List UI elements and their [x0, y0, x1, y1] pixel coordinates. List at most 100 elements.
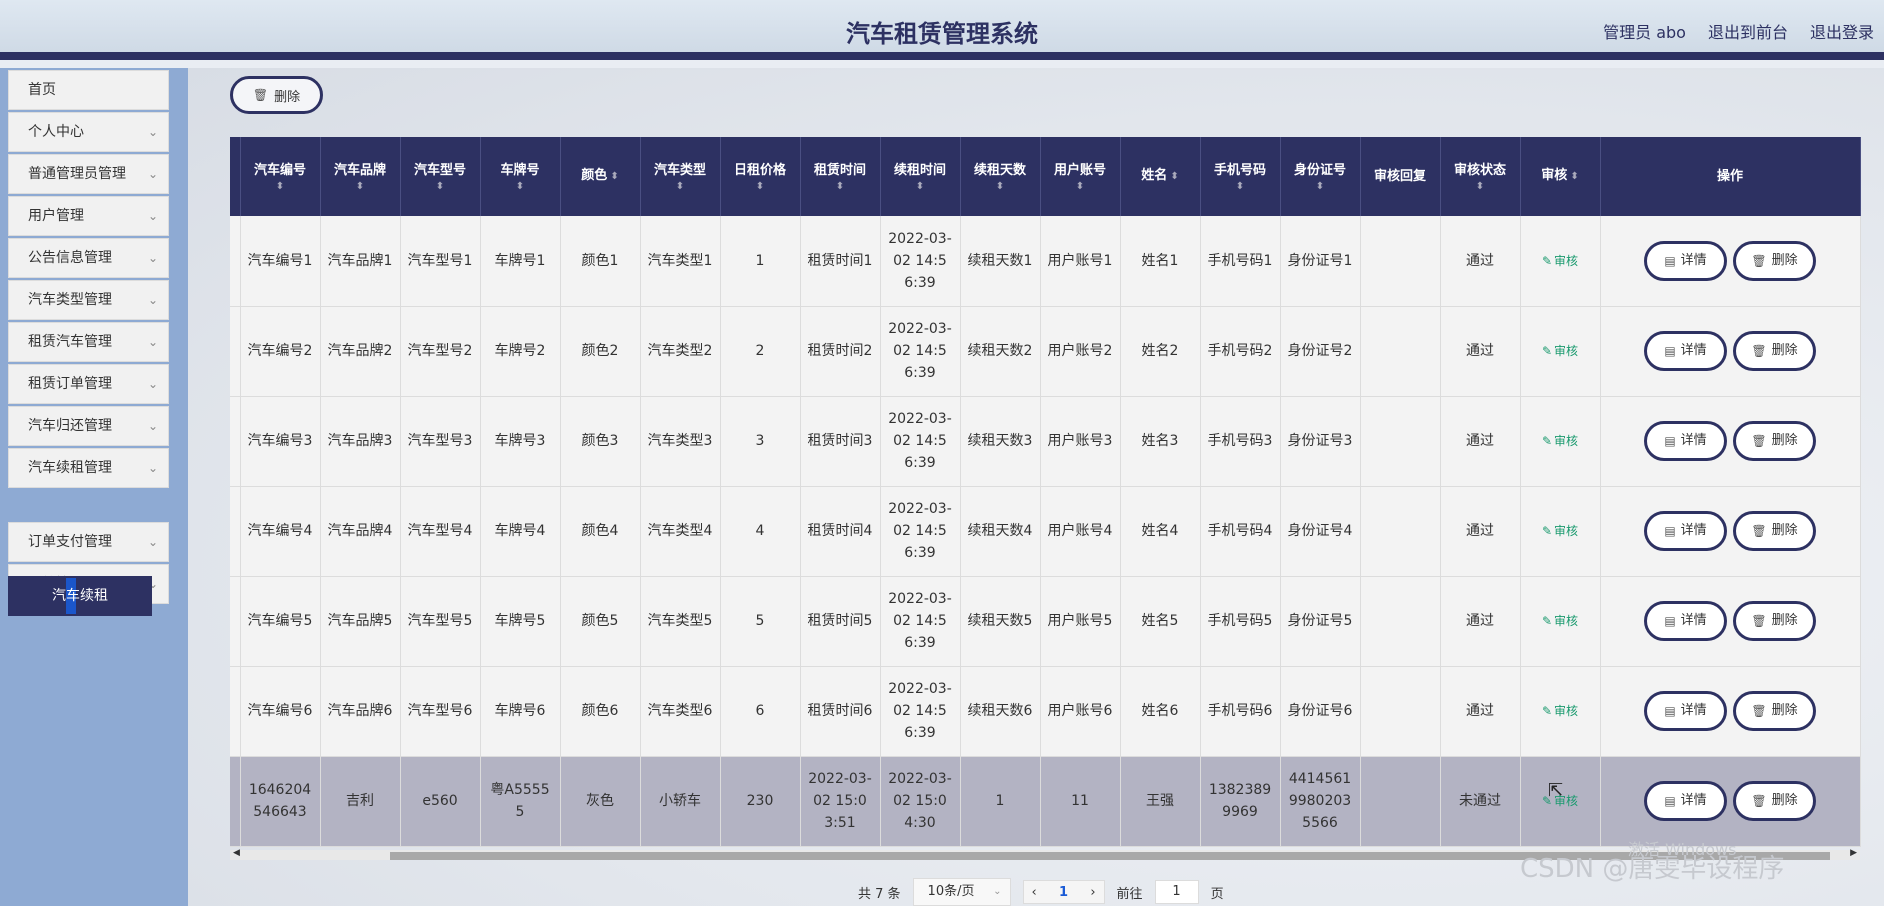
table-header-cell[interactable]: 汽车型号 ⬍	[400, 137, 481, 216]
current-page[interactable]: 1	[1059, 885, 1068, 900]
chevron-down-icon: ⌄	[147, 535, 158, 549]
table-header-cell[interactable]: 日租价格 ⬍	[720, 137, 801, 216]
table-header-cell[interactable]: 手机号码 ⬍	[1200, 137, 1281, 216]
sort-icon[interactable]: ⬍	[485, 181, 556, 193]
table-header-cell[interactable]: 姓名 ⬍	[1120, 137, 1201, 216]
goto-page-input[interactable]: 1	[1154, 880, 1199, 904]
table-header-cell[interactable]: 续租时间 ⬍	[880, 137, 961, 216]
prev-page-icon[interactable]: ‹	[1032, 885, 1037, 900]
delete-button[interactable]: 🗑 删除	[1733, 781, 1816, 821]
table-header-cell[interactable]: 审核 ⬍	[1520, 137, 1601, 216]
audit-label: 审核	[1554, 704, 1579, 718]
sidebar-item[interactable]: 首页	[8, 70, 169, 110]
document-icon: ▤	[1664, 524, 1676, 538]
table-header-cell[interactable]: 汽车品牌 ⬍	[320, 137, 401, 216]
batch-delete-button[interactable]: 🗑 删除	[230, 76, 323, 114]
detail-button[interactable]: ▤ 详情	[1644, 240, 1727, 281]
delete-button[interactable]: 🗑 删除	[1733, 691, 1816, 731]
sidebar-item[interactable]: 租赁订单管理 ⌄	[8, 364, 169, 404]
table-header-cell[interactable]: 汽车类型 ⬍	[640, 137, 721, 216]
sidebar-item[interactable]: 汽车类型管理 ⌄	[8, 280, 169, 320]
sidebar-subitem-active[interactable]: 汽车续租	[8, 576, 152, 616]
pager: ‹ 1 ›	[1022, 880, 1105, 904]
table-cell: 3	[720, 396, 801, 487]
admin-user-link[interactable]: 管理员 abo	[1603, 19, 1686, 43]
sort-icon[interactable]: ⬍	[1205, 181, 1276, 193]
delete-button[interactable]: 🗑 删除	[1733, 421, 1816, 461]
table-header-cell[interactable]: 颜色 ⬍	[560, 137, 641, 216]
detail-button[interactable]: ▤ 详情	[1644, 601, 1727, 641]
sort-icon[interactable]: ⬍	[725, 181, 796, 193]
table-row[interactable]: 汽车编号5 汽车品牌5 汽车型号5 车牌号5 颜色5 汽车类型5 5 租赁时间5 2022-03…	[230, 576, 1861, 667]
sidebar-item[interactable]: 用户管理 ⌄	[8, 196, 169, 236]
sort-icon[interactable]: ⬍	[405, 181, 476, 193]
table-cell: 车牌号3	[480, 396, 561, 487]
table-cell: 汽车编号5	[240, 576, 321, 667]
document-icon: ▤	[1664, 794, 1676, 808]
scroll-left-icon[interactable]: ◀	[233, 848, 240, 858]
edit-icon: ✎	[1541, 704, 1553, 718]
sidebar-item[interactable]: 公告信息管理 ⌄	[8, 238, 169, 278]
chevron-down-icon: ⌄	[993, 886, 1002, 897]
sidebar-item[interactable]: 普通管理员管理 ⌄	[8, 154, 169, 194]
sort-icon[interactable]: ⬍	[1285, 181, 1356, 193]
audit-link[interactable]: ✎ 审核	[1542, 524, 1578, 538]
document-icon: ▤	[1664, 344, 1676, 358]
exit-to-frontend-link[interactable]: 退出到前台	[1708, 19, 1788, 43]
sidebar-item[interactable]: 个人中心 ⌄	[8, 112, 169, 152]
sidebar-item[interactable]: 租赁汽车管理 ⌄	[8, 322, 169, 362]
sort-icon[interactable]: ⬍	[610, 171, 618, 182]
table-row[interactable]: 汽车编号3 汽车品牌3 汽车型号3 车牌号3 颜色3 汽车类型3 3 租赁时间3 2022-03…	[230, 396, 1861, 487]
table-cell: 身份证号1	[1280, 216, 1361, 307]
audit-link[interactable]: ✎ 审核	[1542, 254, 1578, 268]
detail-button[interactable]: ▤ 详情	[1644, 511, 1727, 551]
sort-icon[interactable]: ⬍	[1570, 171, 1578, 182]
sidebar-item[interactable]: 汽车归还管理 ⌄	[8, 406, 169, 446]
detail-button[interactable]: ▤ 详情	[1644, 691, 1727, 731]
scroll-right-icon[interactable]: ▶	[1850, 848, 1857, 858]
table-header-cell[interactable]: 身份证号 ⬍	[1280, 137, 1361, 216]
table-header-cell[interactable]: 租赁时间 ⬍	[800, 137, 881, 216]
table-header-cell[interactable]: 续租天数 ⬍	[960, 137, 1041, 216]
audit-link[interactable]: ✎ 审核	[1542, 434, 1578, 448]
sort-icon[interactable]: ⬍	[1170, 171, 1178, 182]
table-row[interactable]: 汽车编号2 汽车品牌2 汽车型号2 车牌号2 颜色2 汽车类型2 2 租赁时间2 2022-03…	[230, 306, 1861, 397]
table-header-cell[interactable]: 汽车编号 ⬍	[240, 137, 321, 216]
table-row[interactable]: 汽车编号4 汽车品牌4 汽车型号4 车牌号4 颜色4 汽车类型4 4 租赁时间4 2022-03…	[230, 486, 1861, 577]
table-row[interactable]: 汽车编号6 汽车品牌6 汽车型号6 车牌号6 颜色6 汽车类型6 6 租赁时间6 2022-03…	[230, 666, 1861, 757]
sort-icon[interactable]: ⬍	[325, 181, 396, 193]
page-size-select[interactable]: 10条/页 ⌄	[912, 878, 1011, 906]
detail-button[interactable]: ▤ 详情	[1644, 781, 1727, 821]
detail-button[interactable]: ▤ 详情	[1644, 421, 1727, 461]
audit-link[interactable]: ✎ 审核	[1542, 704, 1578, 718]
sort-icon[interactable]: ⬍	[1445, 181, 1516, 193]
audit-link[interactable]: ✎ 审核	[1542, 344, 1578, 358]
table-header-cell[interactable]: 审核状态 ⬍	[1440, 137, 1521, 216]
table-row[interactable]: 汽车编号1 汽车品牌1 汽车型号1 车牌号1 颜色1 汽车类型1 1 租赁时间1 2022-03…	[230, 216, 1861, 307]
sort-icon[interactable]: ⬍	[1045, 181, 1116, 193]
table-header-cell: 操作	[1600, 137, 1861, 216]
document-icon: ▤	[1664, 253, 1676, 268]
table-header-cell[interactable]: 用户账号 ⬍	[1040, 137, 1121, 216]
table-cell: 汽车类型2	[640, 306, 721, 397]
sort-icon[interactable]: ⬍	[965, 181, 1036, 193]
table-header-cell[interactable]: 车牌号 ⬍	[480, 137, 561, 216]
detail-button[interactable]: ▤ 详情	[1644, 331, 1727, 371]
column-header-label: 汽车类型	[653, 162, 706, 178]
delete-button[interactable]: 🗑 删除	[1733, 511, 1816, 551]
audit-cell: ✎ 审核	[1520, 396, 1601, 487]
logout-link[interactable]: 退出登录	[1810, 19, 1874, 43]
sort-icon[interactable]: ⬍	[885, 181, 956, 193]
table-row[interactable]: 1646204546643 吉利 e560 粤A55555 灰色 小轿车 230 2022-0…	[230, 756, 1861, 847]
data-table: 汽车编号 ⬍ 汽车品牌 ⬍ 汽车型号 ⬍ 车牌号 ⬍ 颜色 ⬍ 汽车类型 ⬍ 日租价格 ⬍ 租赁时间 ⬍ 续租时…	[230, 137, 1861, 847]
sort-icon[interactable]: ⬍	[645, 181, 716, 193]
delete-button[interactable]: 🗑 删除	[1733, 331, 1816, 371]
sort-icon[interactable]: ⬍	[805, 181, 876, 193]
delete-button[interactable]: 🗑 删除	[1733, 601, 1816, 641]
delete-button[interactable]: 🗑 删除	[1733, 240, 1816, 281]
audit-link[interactable]: ✎ 审核	[1542, 614, 1578, 628]
next-page-icon[interactable]: ›	[1090, 885, 1095, 900]
sort-icon[interactable]: ⬍	[245, 181, 316, 193]
sidebar-item[interactable]: 订单支付管理 ⌄	[8, 522, 169, 562]
sidebar-item[interactable]: 汽车续租管理 ⌄	[8, 448, 169, 488]
